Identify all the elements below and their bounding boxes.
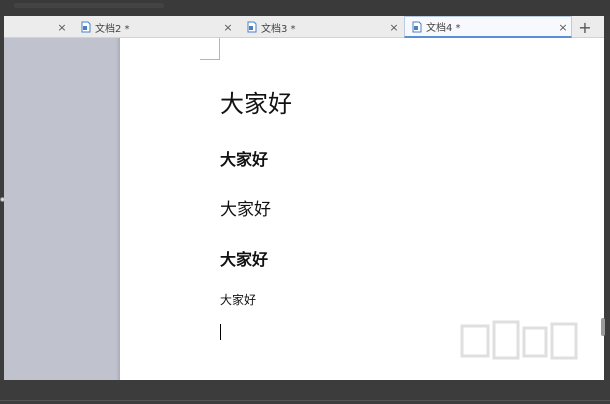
- tab-document-2-close[interactable]: ×: [222, 16, 234, 38]
- paragraph-heading-large[interactable]: 大家好: [220, 84, 292, 119]
- document-page[interactable]: 大家好 大家好 大家好 大家好 大家好: [120, 38, 604, 380]
- tab-document-3-close[interactable]: ×: [388, 16, 400, 38]
- title-strip: [0, 0, 610, 16]
- tab-label: 文档3 *: [261, 23, 296, 35]
- vertical-scrollbar-thumb[interactable]: [601, 318, 605, 336]
- close-icon[interactable]: ×: [557, 21, 569, 34]
- close-icon[interactable]: ×: [388, 21, 400, 34]
- status-bar-divider: [0, 400, 610, 401]
- document-icon: [247, 21, 257, 33]
- text-cursor: [220, 324, 221, 340]
- tab-document-3[interactable]: 文档3 *: [240, 16, 390, 38]
- paragraph-heading-bold-2[interactable]: 大家好: [220, 246, 268, 270]
- paragraph-body-text[interactable]: 大家好: [220, 291, 256, 308]
- navigation-pane: [4, 38, 120, 380]
- tab-document-4[interactable]: 文档4 * ×: [404, 16, 572, 38]
- tab-document-2[interactable]: 文档2 *: [74, 16, 224, 38]
- new-tab-button[interactable]: +: [574, 16, 596, 38]
- close-icon[interactable]: ×: [222, 21, 234, 34]
- wps-writer-window: × 文档2 * × 文档3 * × 文档4 * × + 大家好 大家好 大家好 …: [0, 0, 610, 404]
- document-icon: [412, 21, 422, 32]
- close-icon[interactable]: ×: [56, 21, 68, 34]
- tab-label: 文档4 *: [426, 23, 461, 34]
- title-strip-blur: [14, 3, 164, 8]
- page-margin-corner-mark: [200, 38, 220, 60]
- watermark-logo: [460, 320, 578, 360]
- paragraph-heading-medium[interactable]: 大家好: [220, 195, 271, 220]
- document-icon: [81, 21, 91, 33]
- paragraph-heading-bold[interactable]: 大家好: [220, 146, 268, 170]
- document-tab-bar: × 文档2 * × 文档3 * × 文档4 * × +: [4, 16, 604, 38]
- tab-left-fragment: ×: [56, 16, 68, 38]
- status-bar: [0, 380, 610, 404]
- plus-icon: +: [578, 17, 592, 37]
- tab-label: 文档2 *: [95, 23, 130, 35]
